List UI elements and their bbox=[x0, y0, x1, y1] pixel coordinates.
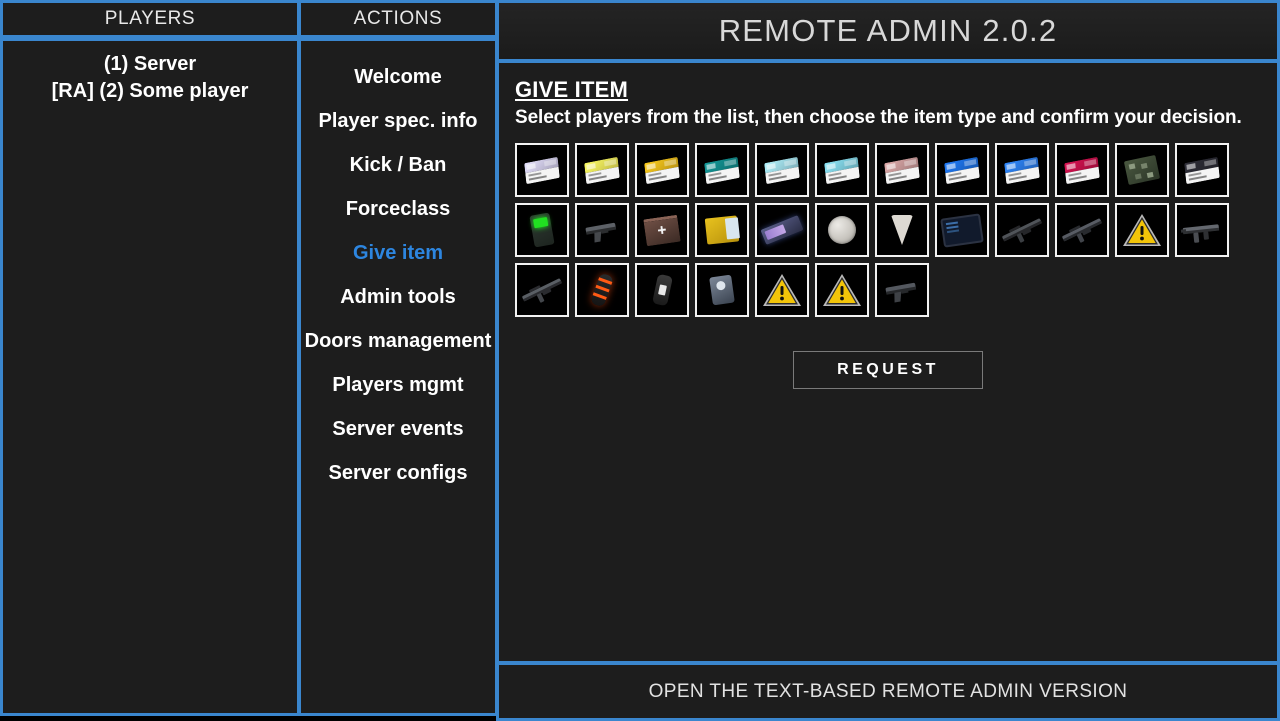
players-header-label: PLAYERS bbox=[104, 8, 196, 29]
text-based-ra-link[interactable]: OPEN THE TEXT-BASED REMOTE ADMIN VERSION bbox=[496, 662, 1280, 721]
item-tile-gun-e11-sr[interactable] bbox=[995, 203, 1049, 257]
keycard-icon bbox=[757, 145, 807, 195]
item-tile-keycard-zone-manager[interactable] bbox=[695, 143, 749, 197]
adrenaline-icon bbox=[697, 205, 747, 255]
cup-icon bbox=[877, 205, 927, 255]
actions-column: ACTIONS Welcome Player spec. info Kick / B… bbox=[298, 0, 498, 721]
grenade-icon bbox=[577, 265, 627, 315]
item-tile-keycard-chaos-insurgency[interactable] bbox=[1115, 143, 1169, 197]
item-tile-keycard-containment-engineer[interactable] bbox=[875, 143, 929, 197]
item-tile-gun-com15[interactable] bbox=[575, 203, 629, 257]
item-tile-gun-logicer[interactable] bbox=[515, 263, 569, 317]
keycard-icon bbox=[637, 145, 687, 195]
item-tile-scp-207-cup[interactable] bbox=[875, 203, 929, 257]
item-tile-radio[interactable] bbox=[515, 203, 569, 257]
item-tile-missing-texture[interactable] bbox=[815, 263, 869, 317]
remote-admin-window: PLAYERS (1) Server [RA] (2) Some player A… bbox=[0, 0, 1280, 721]
medkit-icon bbox=[637, 205, 687, 255]
players-header: PLAYERS bbox=[0, 0, 300, 38]
action-item-server-events[interactable]: Server events bbox=[301, 407, 495, 451]
action-item-doors-management[interactable]: Doors management bbox=[301, 319, 495, 363]
item-tile-keycard-research-supervisor[interactable] bbox=[635, 143, 689, 197]
item-tile-keycard-facility-manager[interactable] bbox=[1055, 143, 1109, 197]
pistol-icon bbox=[877, 265, 927, 315]
smg-icon bbox=[1177, 205, 1227, 255]
tablet-icon bbox=[937, 205, 987, 255]
item-tile-gun-crossvec[interactable] bbox=[1055, 203, 1109, 257]
coin-icon bbox=[817, 205, 867, 255]
item-tile-grenade-frag[interactable] bbox=[575, 263, 629, 317]
rifle-icon bbox=[517, 265, 567, 315]
item-tile-keycard-mtf-private[interactable] bbox=[815, 143, 869, 197]
actions-header: ACTIONS bbox=[298, 0, 498, 38]
radio-device-icon bbox=[697, 265, 747, 315]
item-tile-medkit[interactable] bbox=[635, 203, 689, 257]
item-tile-grenade-flash[interactable] bbox=[635, 263, 689, 317]
text-based-ra-label: OPEN THE TEXT-BASED REMOTE ADMIN VERSION bbox=[648, 680, 1128, 702]
item-tile-keycard-janitor[interactable] bbox=[515, 143, 569, 197]
action-item-players-mgmt[interactable]: Players mgmt bbox=[301, 363, 495, 407]
keycard-icon bbox=[937, 145, 987, 195]
radio-icon bbox=[517, 205, 567, 255]
keycard-icon bbox=[817, 145, 867, 195]
keycard-icon bbox=[577, 145, 627, 195]
players-column: PLAYERS (1) Server [RA] (2) Some player bbox=[0, 0, 300, 721]
action-item-player-spec-info[interactable]: Player spec. info bbox=[301, 99, 495, 143]
action-item-welcome[interactable]: Welcome bbox=[301, 55, 495, 99]
action-item-admin-tools[interactable]: Admin tools bbox=[301, 275, 495, 319]
keycard-icon bbox=[1177, 145, 1227, 195]
item-tile-keycard-o5[interactable] bbox=[1175, 143, 1229, 197]
keycard-icon bbox=[1057, 145, 1107, 195]
action-item-forceclass[interactable]: Forceclass bbox=[301, 187, 495, 231]
action-item-give-item[interactable]: Give item bbox=[301, 231, 495, 275]
item-tile-micro-hid[interactable] bbox=[755, 203, 809, 257]
keycard-icon bbox=[697, 145, 747, 195]
pistol-icon bbox=[577, 205, 627, 255]
item-tile-keycard-guard[interactable] bbox=[755, 143, 809, 197]
item-tile-keycard-mtf-captain[interactable] bbox=[995, 143, 1049, 197]
warning-triangle-icon bbox=[1117, 205, 1167, 255]
keycard-icon bbox=[517, 145, 567, 195]
item-tile-gun-fsp9[interactable] bbox=[1175, 203, 1229, 257]
keycard-icon bbox=[997, 145, 1047, 195]
item-tile-radio-handheld[interactable] bbox=[695, 263, 749, 317]
section-subtitle: Select players from the list, then choos… bbox=[515, 107, 1242, 128]
micro-hid-icon bbox=[757, 205, 807, 255]
warning-triangle-icon bbox=[757, 265, 807, 315]
give-item-panel: GIVE ITEM Select players from the list, … bbox=[496, 60, 1280, 664]
main-column: REMOTE ADMIN 2.0.2 GIVE ITEM Select play… bbox=[496, 0, 1280, 721]
keycard-icon bbox=[877, 145, 927, 195]
app-title-bar: REMOTE ADMIN 2.0.2 bbox=[496, 0, 1280, 62]
item-tile-scp-2176-coin[interactable] bbox=[815, 203, 869, 257]
item-grid bbox=[515, 143, 1229, 317]
player-list-item[interactable]: (1) Server bbox=[3, 51, 297, 78]
item-tile-adrenaline[interactable] bbox=[695, 203, 749, 257]
flashbang-icon bbox=[637, 265, 687, 315]
page-title: REMOTE ADMIN 2.0.2 bbox=[718, 13, 1058, 48]
item-tile-keycard-scientist[interactable] bbox=[575, 143, 629, 197]
item-tile-gun-com18[interactable] bbox=[875, 263, 929, 317]
item-tile-missing-texture[interactable] bbox=[755, 263, 809, 317]
item-tile-missing-texture[interactable] bbox=[1115, 203, 1169, 257]
actions-menu: Welcome Player spec. info Kick / Ban Forcec… bbox=[298, 38, 498, 716]
rifle-icon bbox=[1057, 205, 1107, 255]
actions-header-label: ACTIONS bbox=[353, 8, 443, 29]
action-item-server-configs[interactable]: Server configs bbox=[301, 451, 495, 495]
rifle-icon bbox=[997, 205, 1047, 255]
item-tile-keycard-mtf-operative[interactable] bbox=[935, 143, 989, 197]
request-row: REQUEST bbox=[515, 351, 1261, 389]
section-title: GIVE ITEM bbox=[515, 77, 629, 102]
warning-triangle-icon bbox=[817, 265, 867, 315]
circuit-board-icon bbox=[1117, 145, 1167, 195]
player-list-item[interactable]: [RA] (2) Some player bbox=[3, 78, 297, 105]
request-button[interactable]: REQUEST bbox=[793, 351, 983, 389]
action-item-kick-ban[interactable]: Kick / Ban bbox=[301, 143, 495, 187]
players-list[interactable]: (1) Server [RA] (2) Some player bbox=[0, 38, 300, 716]
item-tile-tablet[interactable] bbox=[935, 203, 989, 257]
